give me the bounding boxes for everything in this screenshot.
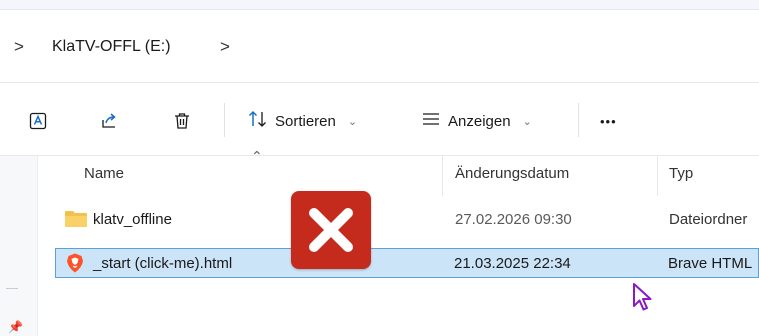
sort-label: Sortieren — [275, 112, 336, 130]
column-header-name[interactable]: Name — [84, 164, 124, 184]
delete-icon[interactable] — [171, 110, 193, 132]
more-options-button[interactable]: ••• — [600, 107, 617, 135]
toolbar-separator — [224, 103, 225, 137]
view-label: Anzeigen — [448, 112, 511, 130]
sort-button[interactable]: Sortieren ⌄ — [247, 107, 357, 135]
sort-indicator-icon: ⌃ — [251, 148, 263, 164]
error-x-icon — [291, 191, 371, 269]
file-type: Brave HTML — [668, 255, 753, 272]
sort-icon — [247, 109, 269, 133]
breadcrumb-drive[interactable]: KlaTV-OFFL (E:) — [52, 36, 171, 58]
chevron-down-icon: ⌄ — [522, 115, 532, 128]
address-bar[interactable]: > KlaTV-OFFL (E:) > — [0, 10, 759, 82]
file-name: _start (click-me).html — [93, 255, 233, 272]
file-row-html[interactable]: _start (click-me).html 21.03.2025 22:34 … — [55, 248, 759, 278]
rename-icon[interactable] — [27, 110, 49, 132]
file-name: klatv_offline — [93, 211, 172, 228]
share-icon[interactable] — [99, 110, 121, 132]
column-divider[interactable] — [442, 156, 443, 196]
more-options-icon: ••• — [600, 113, 617, 129]
command-toolbar: Sortieren ⌄ Anzeigen ⌄ ••• — [0, 82, 759, 156]
toolbar-separator — [578, 103, 579, 137]
window-top-strip — [0, 0, 759, 10]
nav-divider — [6, 288, 18, 289]
expand-path-chevron[interactable]: > — [14, 35, 24, 59]
file-modified: 21.03.2025 22:34 — [454, 255, 571, 272]
navigation-pane[interactable]: 📌 — [0, 156, 38, 336]
column-header-type[interactable]: Typ — [669, 164, 693, 184]
breadcrumb-next-chevron[interactable]: > — [220, 35, 230, 59]
column-header-modified[interactable]: Änderungsdatum — [455, 164, 569, 184]
column-divider[interactable] — [657, 156, 658, 196]
folder-icon — [64, 209, 88, 234]
pin-icon[interactable]: 📌 — [8, 320, 23, 334]
brave-html-icon — [64, 252, 86, 279]
view-button[interactable]: Anzeigen ⌄ — [420, 107, 532, 135]
mouse-cursor-icon — [632, 282, 654, 317]
file-modified: 27.02.2026 09:30 — [455, 211, 572, 228]
file-type: Dateiordner — [669, 211, 748, 228]
view-icon — [420, 109, 442, 133]
file-row-folder[interactable]: klatv_offline 27.02.2026 09:30 Dateiordn… — [55, 205, 759, 235]
chevron-down-icon: ⌄ — [347, 115, 358, 128]
